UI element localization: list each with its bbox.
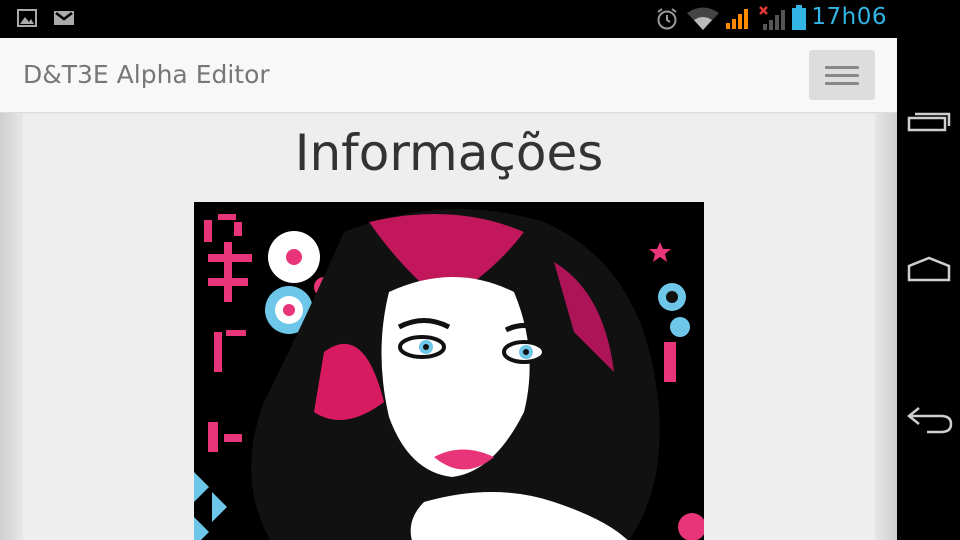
- brand-title[interactable]: D&T3E Alpha Editor: [23, 60, 270, 89]
- gmail-icon: [53, 8, 75, 32]
- recent-apps-icon[interactable]: [905, 100, 953, 144]
- app-window: D&T3E Alpha Editor Informações: [0, 38, 897, 540]
- clock-time: 17h06: [811, 4, 887, 30]
- battery-icon: [791, 5, 807, 35]
- artwork-image: [194, 202, 704, 540]
- wifi-icon: [686, 6, 720, 34]
- signal-icon: [725, 6, 751, 34]
- alarm-icon: [655, 7, 679, 35]
- main-content: Informações: [23, 114, 875, 540]
- system-navigation-bar: [897, 0, 960, 540]
- menu-toggle-button[interactable]: [809, 50, 875, 100]
- no-signal-icon: [758, 5, 786, 35]
- image-icon: [17, 8, 37, 32]
- home-icon[interactable]: [905, 252, 953, 292]
- page-title: Informações: [294, 124, 604, 182]
- back-icon[interactable]: [905, 400, 957, 440]
- status-bar: 17h06: [0, 0, 897, 38]
- top-navbar: D&T3E Alpha Editor: [0, 38, 897, 113]
